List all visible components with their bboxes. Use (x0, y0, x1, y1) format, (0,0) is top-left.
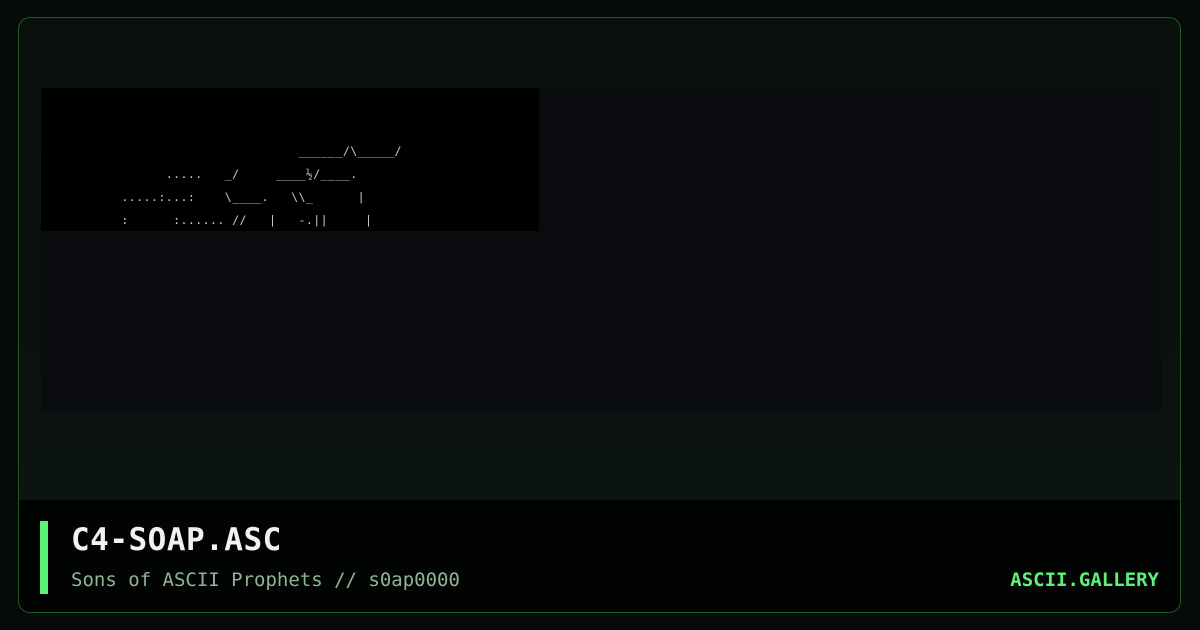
preview-card: ______/\_____/ ..... _/ ____½/____. ....… (18, 17, 1181, 613)
ascii-artwork: ______/\_____/ ..... _/ ____½/____. ....… (121, 144, 402, 227)
footer-bar: C4-SOAP.ASC Sons of ASCII Prophets // s0… (19, 500, 1180, 612)
accent-bar (40, 521, 48, 594)
site-brand[interactable]: ASCII.GALLERY (1010, 569, 1159, 591)
artwork-title: C4-SOAP.ASC (71, 522, 282, 558)
artwork-panel: ______/\_____/ ..... _/ ____½/____. ....… (41, 88, 1161, 411)
artwork-credit: Sons of ASCII Prophets // s0ap0000 (71, 569, 460, 591)
